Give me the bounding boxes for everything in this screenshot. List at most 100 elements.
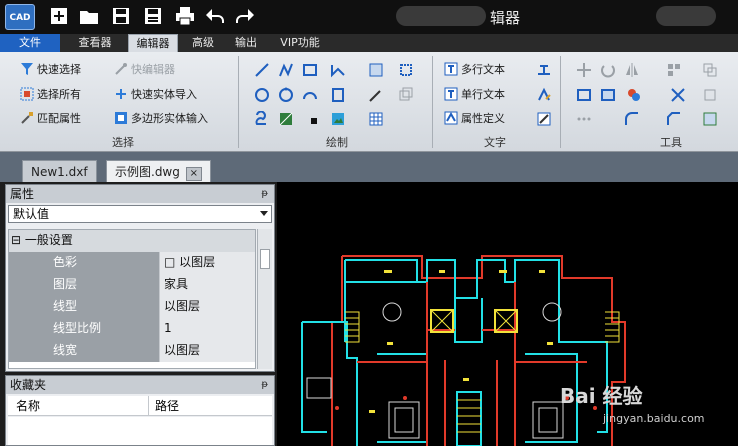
- polygon-entity-input-button[interactable]: 多边形实体输入: [114, 109, 208, 129]
- pin-icon[interactable]: ᵽ: [261, 185, 268, 203]
- tab-output[interactable]: 输出: [228, 34, 264, 52]
- tab-viewer[interactable]: 查看器: [70, 34, 120, 52]
- ribbon-separator: [432, 56, 433, 148]
- save-icon[interactable]: [110, 5, 132, 27]
- mtext-button[interactable]: 多行文本: [444, 60, 505, 80]
- circle-icon[interactable]: [254, 87, 270, 103]
- match-props-button[interactable]: 匹配属性: [20, 109, 81, 129]
- tab-file[interactable]: 文件: [0, 34, 60, 52]
- doc-tab-new1[interactable]: New1.dxf: [22, 160, 97, 182]
- drawing-canvas[interactable]: [277, 182, 738, 446]
- undo-icon[interactable]: [204, 5, 226, 27]
- attdef-icon: [444, 111, 458, 125]
- properties-dropdown[interactable]: 默认值: [8, 205, 272, 223]
- quick-entity-import-button[interactable]: 快速实体导入: [114, 85, 197, 105]
- move-icon[interactable]: [576, 62, 592, 78]
- window-max-icon[interactable]: [600, 87, 616, 103]
- document-tabs: New1.dxf 示例图.dwg ×: [0, 152, 738, 182]
- baidu-watermark-url: jingyan.baidu.com: [603, 412, 705, 425]
- favorites-panel: 收藏夹 ᵽ 名称 路径: [5, 375, 275, 446]
- baidu-watermark: Bai 经验: [560, 384, 643, 408]
- block-icon[interactable]: [398, 62, 414, 78]
- stext-button[interactable]: 单行文本: [444, 85, 505, 105]
- save-as-icon[interactable]: [142, 5, 164, 27]
- plus-icon: [116, 89, 126, 99]
- quick-select-button[interactable]: 快速选择: [20, 60, 81, 80]
- fillet-icon[interactable]: [624, 111, 640, 127]
- table-icon[interactable]: [368, 111, 384, 127]
- chevron-down-icon: [260, 211, 268, 216]
- group-label-tools: 工具: [660, 136, 682, 149]
- group-label-select: 选择: [112, 136, 134, 149]
- dots-icon[interactable]: [576, 111, 592, 127]
- property-row[interactable]: 线宽 以图层: [9, 340, 255, 362]
- mirror-icon[interactable]: [624, 62, 640, 78]
- title-bar: CAD 辑器: [0, 0, 738, 34]
- print-icon[interactable]: [174, 5, 196, 27]
- ellipse-icon[interactable]: [330, 87, 346, 103]
- image-icon[interactable]: [330, 111, 346, 127]
- hatch-icon[interactable]: [368, 62, 384, 78]
- spline-icon[interactable]: [330, 62, 346, 78]
- open-icon[interactable]: [78, 5, 100, 27]
- select-all-button[interactable]: 选择所有: [20, 85, 81, 105]
- properties-panel: 属性 ᵽ 默认值 ⊟ 一般设置 色彩 □ 以图层 图层 家具 线型 以图层 线型比例 1…: [5, 184, 275, 372]
- point-icon[interactable]: [306, 113, 322, 129]
- color-picker-icon[interactable]: [626, 87, 642, 103]
- gradient-icon[interactable]: [278, 111, 294, 127]
- copy-icon[interactable]: [398, 87, 414, 103]
- rotate-icon[interactable]: [600, 62, 616, 78]
- text-pen-icon[interactable]: [536, 111, 552, 127]
- arc-icon[interactable]: [302, 87, 318, 103]
- text-edit-icon[interactable]: [536, 87, 552, 103]
- rectangle-icon[interactable]: [302, 62, 318, 78]
- menu-tabs: 文件 查看器 编辑器 高级 输出 VIP功能: [0, 34, 738, 52]
- circle-3p-icon[interactable]: [278, 87, 294, 103]
- line-icon[interactable]: [254, 62, 270, 78]
- attdef-button[interactable]: 属性定义: [444, 109, 505, 129]
- property-category[interactable]: ⊟ 一般设置: [9, 230, 255, 252]
- ribbon-separator: [238, 56, 239, 148]
- scrollbar-thumb[interactable]: [260, 249, 270, 269]
- property-row[interactable]: 线型比例 1: [9, 318, 255, 340]
- property-row[interactable]: 图层 家具: [9, 274, 255, 296]
- polyline-icon[interactable]: [278, 62, 294, 78]
- pin-icon[interactable]: ᵽ: [261, 376, 268, 394]
- array-icon[interactable]: [666, 62, 682, 78]
- new-icon[interactable]: [48, 5, 70, 27]
- doc-tab-example[interactable]: 示例图.dwg ×: [106, 160, 211, 182]
- window-icon[interactable]: [576, 87, 592, 103]
- extend-icon[interactable]: [702, 87, 718, 103]
- chamfer-icon[interactable]: [666, 111, 682, 127]
- helix-icon[interactable]: [254, 110, 270, 127]
- property-row[interactable]: 线型 以图层: [9, 296, 255, 318]
- ribbon-separator: [560, 56, 561, 148]
- close-icon[interactable]: ×: [185, 167, 202, 181]
- tab-advanced[interactable]: 高级: [184, 34, 222, 52]
- column-path[interactable]: 路径: [148, 396, 179, 416]
- redo-icon[interactable]: [234, 5, 256, 27]
- property-row[interactable]: 色彩 □ 以图层: [9, 252, 255, 274]
- cad-window: CAD 辑器 文件 查看器 编辑器 高级 输出 VIP功能 快速选择 快编辑器 …: [0, 0, 738, 446]
- scale-icon[interactable]: [702, 62, 718, 78]
- ribbon: 快速选择 快编辑器 选择所有 快速实体导入 匹配属性 多边形实体输入 选择 绘制…: [0, 52, 738, 152]
- favorites-list[interactable]: [8, 417, 272, 445]
- properties-scrollbar[interactable]: [257, 229, 272, 369]
- text-style-icon[interactable]: [536, 62, 552, 78]
- wand-icon: [115, 63, 127, 75]
- column-name[interactable]: 名称: [16, 396, 40, 416]
- app-logo[interactable]: CAD: [5, 4, 35, 30]
- tab-vip[interactable]: VIP功能: [272, 34, 328, 52]
- favorites-header: 收藏夹 ᵽ: [6, 376, 274, 394]
- group-label-text: 文字: [484, 136, 506, 149]
- explode-icon[interactable]: [702, 111, 718, 127]
- trim-icon[interactable]: [670, 87, 686, 103]
- pen-icon[interactable]: [368, 87, 384, 103]
- tab-editor[interactable]: 编辑器: [128, 34, 178, 52]
- favorites-columns: 名称 路径: [8, 396, 272, 416]
- select-all-icon: [20, 87, 34, 101]
- mtext-icon: [444, 62, 458, 76]
- floor-plan-drawing: [301, 255, 626, 446]
- group-label-draw: 绘制: [326, 136, 348, 149]
- quick-editor-button[interactable]: 快编辑器: [114, 60, 175, 80]
